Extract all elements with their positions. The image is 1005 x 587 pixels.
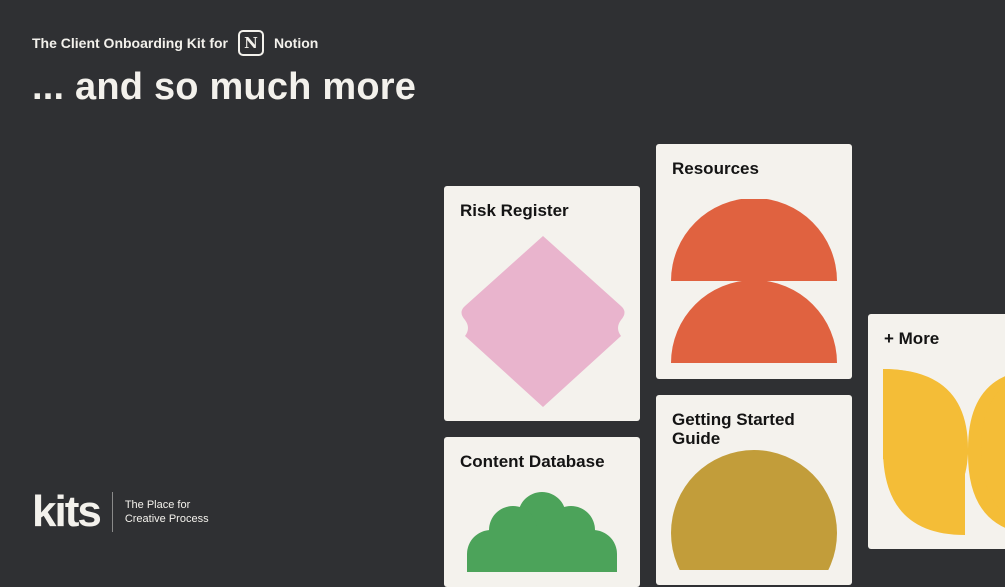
header: The Client Onboarding Kit for N Notion .… [32,30,416,109]
footer: kits The Place for Creative Process [32,490,209,534]
card-resources[interactable]: Resources [656,144,852,379]
tagline: The Place for Creative Process [125,498,209,526]
kicker: The Client Onboarding Kit for N Notion [32,30,416,56]
footer-divider [111,492,113,532]
diamond-shape-icon [461,236,625,407]
card-title: Resources [672,159,759,178]
tagline-line-2: Creative Process [124,513,209,525]
card-risk-register[interactable]: Risk Register [444,186,640,421]
card-title: Getting Started Guide [672,410,795,448]
notion-logo-icon: N [238,30,264,56]
kicker-brand: Notion [274,35,319,51]
card-getting-started-guide[interactable]: Getting Started Guide [656,395,852,585]
petal-shape-icon [883,369,1005,535]
card-more[interactable]: + More [868,314,1005,549]
half-circles-icon [671,199,837,363]
circle-shape-icon [671,450,837,570]
kits-logo: kits [32,487,102,536]
tagline-line-1: The Place for [124,499,191,511]
card-title: + More [884,329,940,348]
page-title: ... and so much more [32,66,417,108]
kicker-prefix: The Client Onboarding Kit for [32,35,228,51]
cloud-shape-icon [467,492,617,572]
card-title: Content Database [460,452,605,471]
card-title: Risk Register [460,201,569,220]
